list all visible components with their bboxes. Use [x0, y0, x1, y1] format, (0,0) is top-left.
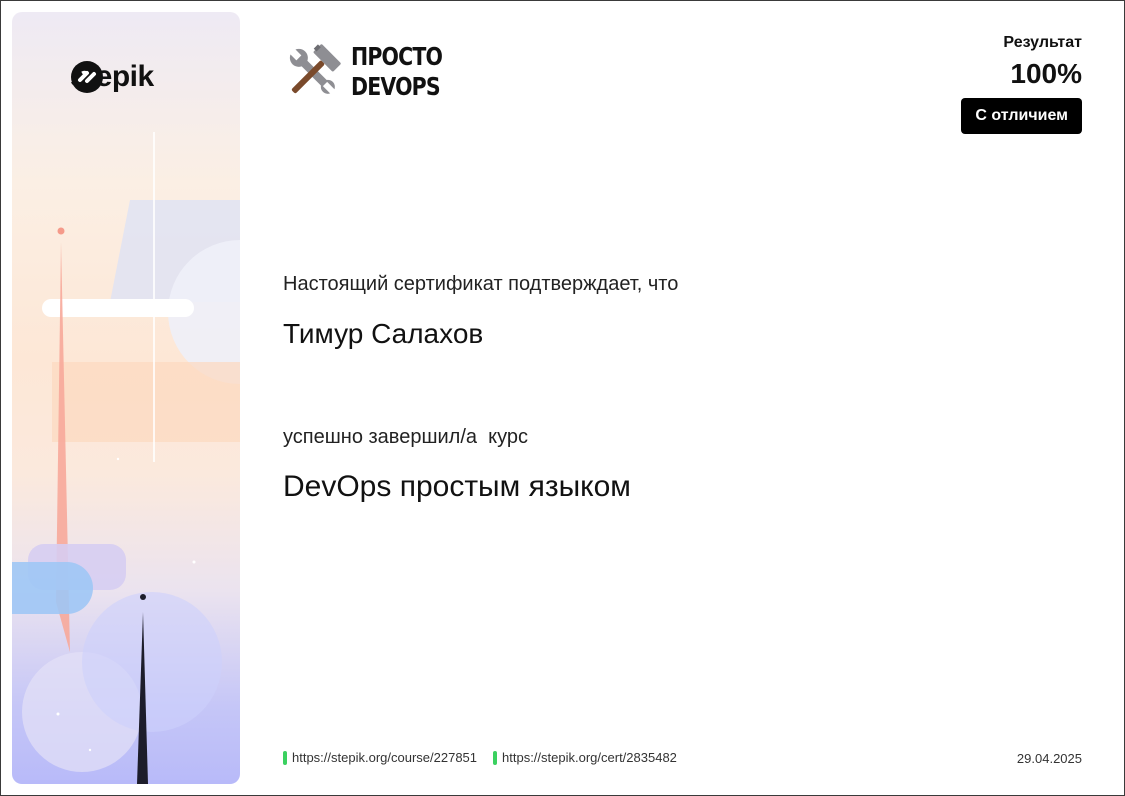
issue-date: 29.04.2025 [1016, 751, 1082, 766]
crossed-hammer-wrench-icon [289, 44, 341, 96]
link-marker-icon [493, 750, 498, 765]
distinction-badge: С отличием [961, 98, 1082, 134]
decorative-artwork [12, 132, 240, 784]
link-marker-icon [283, 750, 287, 765]
result-label: Результат [1003, 34, 1082, 51]
course-link-text: https://stepik.org/course/227851 [292, 750, 478, 765]
result-value: 100% [1010, 58, 1082, 89]
result-block: Результат 100% С отличием [961, 34, 1082, 134]
course-logo-line2: DEVOPS [351, 72, 441, 101]
course-title: DevOps простым языком [283, 470, 631, 503]
stepik-logo: stepik [70, 60, 154, 94]
course-logo: ПРОСТО DEVOPS [283, 42, 462, 102]
certificate-statement: Настоящий сертификат подтверждает, что [283, 273, 679, 295]
decorative-side-panel: stepik [12, 12, 240, 784]
cert-link-text: https://stepik.org/cert/2835482 [502, 750, 677, 765]
recipient-name: Тимур Салахов [283, 318, 484, 349]
course-link[interactable]: https://stepik.org/course/227851 [283, 750, 477, 765]
stepik-logo-icon [71, 61, 103, 93]
cert-link[interactable]: https://stepik.org/cert/2835482 [493, 750, 677, 765]
course-logo-line1: ПРОСТО [351, 42, 443, 71]
course-logo-title: ПРОСТО DEVOPS [351, 42, 443, 102]
footer-links: https://stepik.org/course/227851 https:/… [283, 750, 677, 765]
completion-text: успешно завершил/а курс [283, 426, 528, 448]
